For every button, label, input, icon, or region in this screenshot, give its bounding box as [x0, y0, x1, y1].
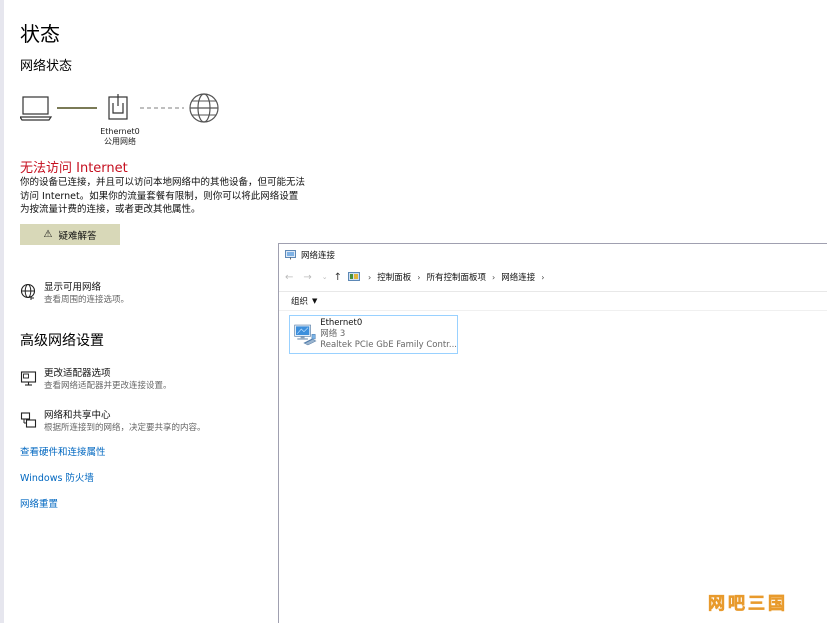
breadcrumb-separator-icon: › [491, 272, 496, 282]
page-title: 状态 [20, 22, 60, 46]
network-sharing-center[interactable]: 网络和共享中心 根据所连接到的网络，决定要共享的内容。 [20, 410, 206, 434]
change-adapter-options[interactable]: 更改适配器选项 查看网络适配器并更改连接设置。 [20, 368, 172, 392]
connection-status-description: 你的设备已连接，并且可以访问本地网络中的其他设备，但可能无法访问 Interne… [20, 177, 306, 215]
breadcrumb-network-connections[interactable]: 网络连接 [501, 271, 535, 283]
window-titlebar[interactable]: 网络连接 [279, 244, 827, 266]
breadcrumb-separator-icon: › [541, 272, 545, 282]
recent-chevron-icon[interactable]: ⌄ [322, 273, 328, 281]
sharing-center-title: 网络和共享中心 [44, 410, 111, 421]
connection-network: 网络 3 [320, 329, 346, 339]
network-adapter-icon [294, 324, 317, 345]
breadcrumb-control-panel[interactable]: 控制面板 [377, 271, 411, 283]
address-bar[interactable]: ← → ⌄ ↑ › 控制面板 › 所有控制面板项 › 网络连接 › [279, 267, 827, 287]
network-connections-window[interactable]: 网络连接 ← → ⌄ ↑ › 控制面板 › 所有控制面板项 › 网络连接 › 组… [278, 243, 827, 623]
breadcrumb-separator-icon: › [368, 272, 372, 282]
breadcrumb-separator-icon: › [417, 272, 421, 282]
link-network-reset[interactable]: 网络重置 [20, 496, 58, 510]
section-network-status: 网络状态 [20, 59, 73, 74]
troubleshoot-label: 疑难解答 [58, 230, 97, 242]
troubleshoot-button[interactable]: ⚠ 疑难解答 [20, 224, 120, 245]
sharing-center-desc: 根据所连接到的网络，决定要共享的内容。 [44, 423, 206, 433]
globe-icon [20, 283, 36, 300]
connection-tile-ethernet0[interactable]: Ethernet0 网络 3 Realtek PCIe GbE Family C… [289, 315, 458, 354]
connection-adapter: Realtek PCIe GbE Family Contr... [320, 340, 457, 350]
dropdown-caret-icon[interactable]: ▼ [312, 297, 317, 305]
show-networks-title: 显示可用网络 [44, 282, 102, 293]
left-edge-bar [0, 0, 4, 623]
show-networks-desc: 查看周围的连接选项。 [44, 295, 130, 305]
back-arrow-icon[interactable]: ← [285, 272, 293, 283]
network-profile: 公用网络 [104, 137, 136, 146]
forward-arrow-icon[interactable]: → [303, 272, 311, 283]
link-hardware-connection-properties[interactable]: 查看硬件和连接属性 [20, 444, 106, 458]
connection-status-title: 无法访问 Internet [20, 161, 128, 176]
organize-menu[interactable]: 组织 [291, 295, 308, 307]
adapter-options-desc: 查看网络适配器并更改连接设置。 [44, 381, 172, 391]
network-folder-icon [285, 250, 296, 260]
adapter-monitor-icon [20, 371, 37, 386]
sharing-center-icon [20, 412, 37, 428]
warning-icon: ⚠ [43, 229, 53, 240]
breadcrumb-all-items[interactable]: 所有控制面板项 [426, 271, 486, 283]
laptop-icon [20, 96, 53, 121]
adapter-options-title: 更改适配器选项 [44, 368, 111, 379]
up-arrow-icon[interactable]: ↑ [334, 272, 342, 283]
advanced-settings-heading: 高级网络设置 [20, 333, 104, 349]
adapter-name: Ethernet0 [100, 127, 140, 136]
watermark-logo: 网吧三国 [708, 594, 788, 615]
show-available-networks[interactable]: 显示可用网络 查看周围的连接选项。 [20, 282, 129, 306]
control-panel-icon [348, 271, 360, 281]
adapter-label: Ethernet0 公用网络 [96, 127, 144, 147]
connection-name: Ethernet0 [320, 318, 363, 328]
globe-icon [189, 93, 219, 123]
command-bar: 组织 ▼ [279, 291, 827, 311]
link-windows-firewall[interactable]: Windows 防火墙 [20, 470, 94, 484]
window-title: 网络连接 [301, 251, 336, 261]
ethernet-port-icon [108, 94, 128, 120]
